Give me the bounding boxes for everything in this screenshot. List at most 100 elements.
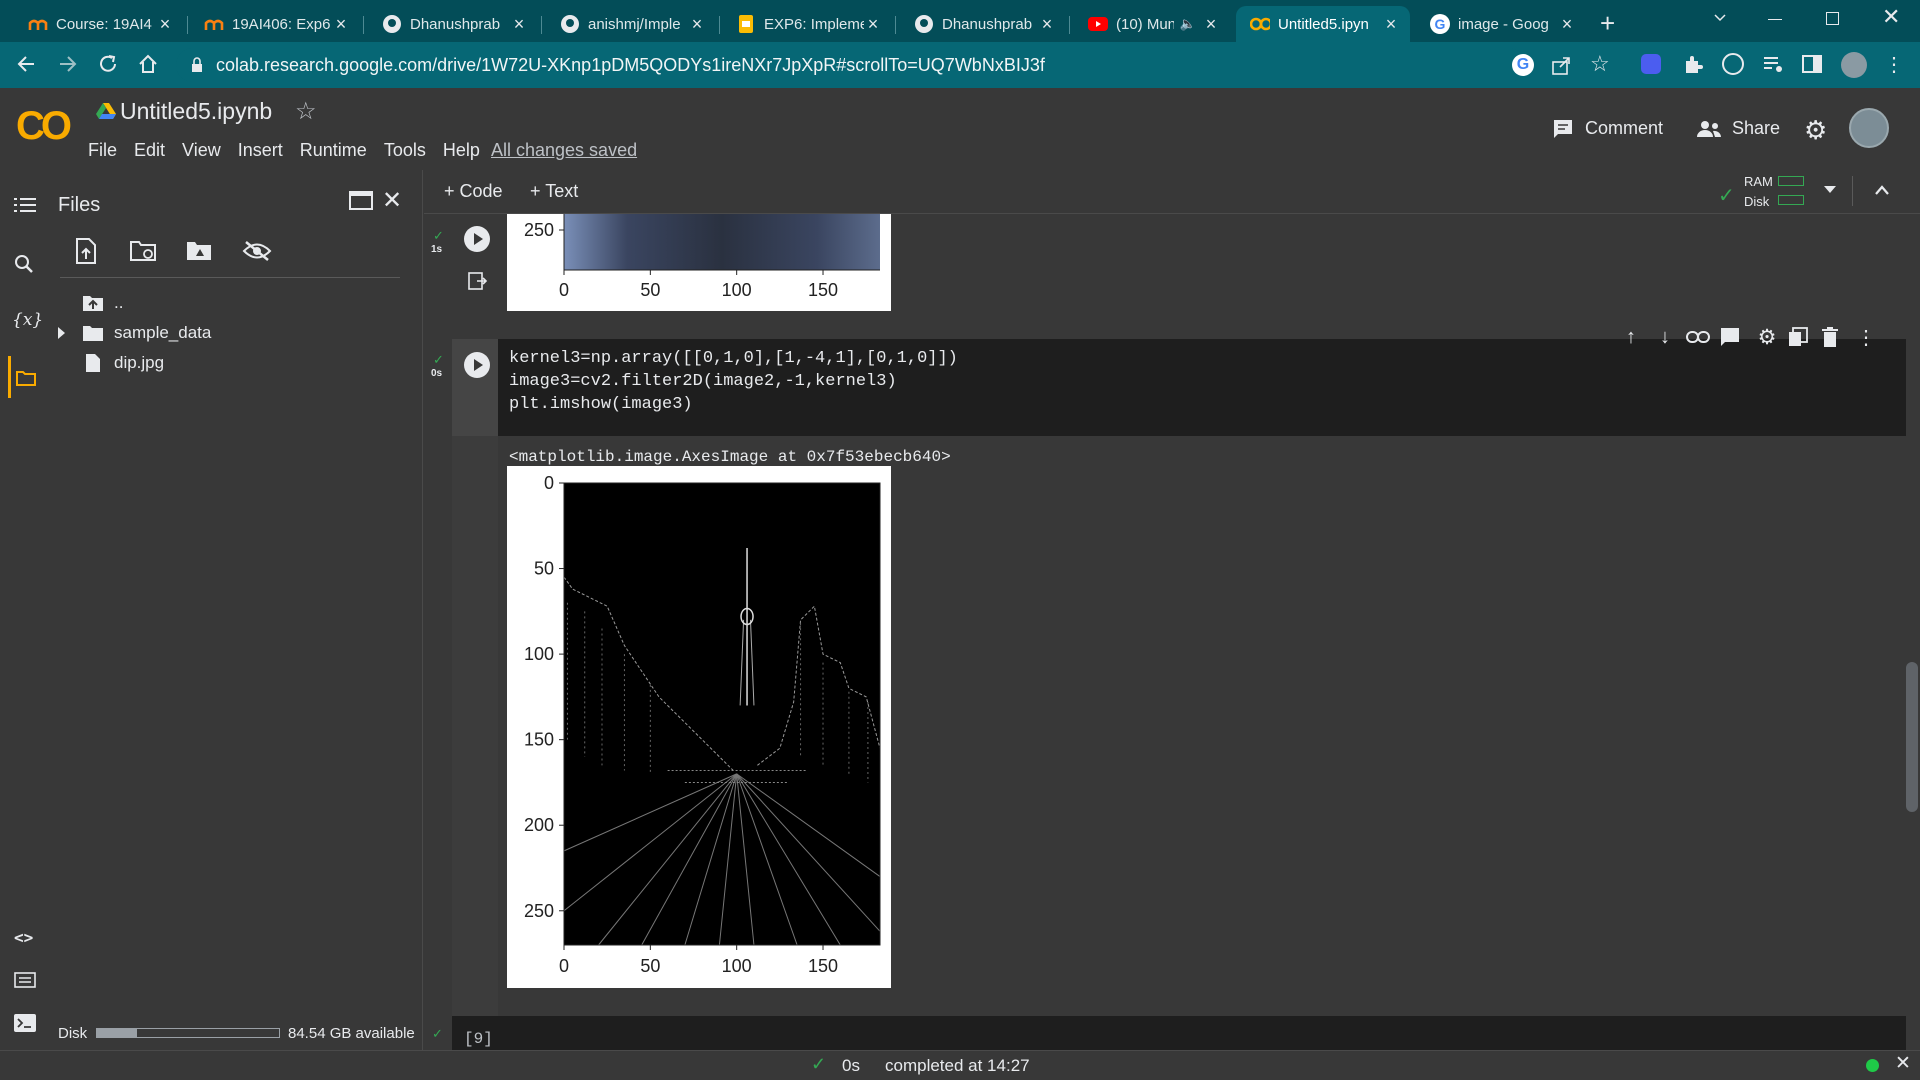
star-icon[interactable]: ☆ <box>295 97 317 126</box>
mirror-cell-icon[interactable] <box>1788 327 1814 347</box>
connected-check-icon: ✓ <box>1718 185 1735 207</box>
reading-list-icon[interactable] <box>1762 54 1784 74</box>
lock-icon[interactable] <box>190 57 204 73</box>
browser-tab[interactable]: anishmj/Imple × <box>546 6 716 42</box>
search-icon[interactable] <box>14 254 34 274</box>
browser-menu-icon[interactable]: ⋮ <box>1884 52 1904 77</box>
table-of-contents-icon[interactable] <box>14 197 36 213</box>
code-editor[interactable]: kernel3=np.array([[0,1,0],[1,-4,1],[0,1,… <box>509 347 958 416</box>
status-close-icon[interactable]: ✕ <box>1895 1052 1911 1075</box>
add-comment-icon[interactable] <box>1720 327 1746 347</box>
upload-file-icon[interactable] <box>76 238 96 264</box>
browser-tab[interactable]: 19AI406: Exp6 × <box>190 6 360 42</box>
add-code-button[interactable]: + Code <box>444 181 503 202</box>
more-actions-icon[interactable]: ⋮ <box>1856 325 1876 350</box>
close-tab-icon[interactable]: × <box>1382 14 1400 35</box>
close-tab-icon[interactable]: × <box>688 14 706 35</box>
code-cell[interactable]: kernel3=np.array([[0,1,0],[1,-4,1],[0,1,… <box>452 339 1906 436</box>
close-tab-icon[interactable]: × <box>510 14 528 35</box>
browser-tab[interactable]: EXP6: Impleme × <box>722 6 892 42</box>
variables-icon[interactable]: {x} <box>12 310 43 330</box>
open-in-tab-icon[interactable] <box>349 190 373 210</box>
reload-icon[interactable] <box>96 52 120 76</box>
delete-cell-icon[interactable] <box>1822 327 1848 347</box>
menu-view[interactable]: View <box>182 140 221 160</box>
close-tab-icon[interactable]: × <box>864 14 882 35</box>
menu-edit[interactable]: Edit <box>134 140 165 160</box>
back-icon[interactable] <box>14 52 38 76</box>
prev-cell-run-button[interactable] <box>464 226 490 252</box>
google-lens-icon[interactable]: G <box>1512 54 1534 76</box>
link-icon[interactable] <box>1686 330 1712 344</box>
settings-gear-icon[interactable]: ⚙ <box>1804 115 1827 146</box>
browser-profile-avatar[interactable] <box>1841 52 1867 78</box>
file-tree-item[interactable]: sample_data <box>48 318 418 348</box>
comment-button[interactable]: Comment <box>1585 118 1663 139</box>
status-completed[interactable]: completed at 14:27 <box>885 1056 1030 1076</box>
terminal-icon[interactable] <box>14 1014 36 1032</box>
puzzle-extensions-icon[interactable] <box>1682 53 1704 75</box>
move-down-icon[interactable]: ↓ <box>1652 326 1678 349</box>
refresh-folder-icon[interactable] <box>130 240 158 262</box>
save-status[interactable]: All changes saved <box>491 140 637 161</box>
browser-tab[interactable]: Course: 19AI4 × <box>14 6 184 42</box>
close-panel-icon[interactable]: ✕ <box>382 186 402 215</box>
menu-tools[interactable]: Tools <box>384 140 426 160</box>
address-bar[interactable]: colab.research.google.com/drive/1W72U-XK… <box>176 48 1526 82</box>
window-close-icon[interactable]: ✕ <box>1882 4 1900 30</box>
files-folder-icon[interactable] <box>16 370 36 386</box>
vertical-scrollbar[interactable] <box>1906 662 1918 812</box>
tab-audio-icon[interactable]: 🔈 <box>1180 16 1196 32</box>
minimize-icon[interactable] <box>1768 19 1782 20</box>
menu-help[interactable]: Help <box>443 140 480 160</box>
expand-chevron-icon[interactable] <box>58 327 66 339</box>
close-tab-icon[interactable]: × <box>1038 14 1056 35</box>
new-tab-icon[interactable]: + <box>1600 8 1615 39</box>
hide-files-icon[interactable] <box>242 240 272 262</box>
code-snippets-icon[interactable]: <> <box>14 928 33 947</box>
add-text-button[interactable]: + Text <box>530 181 578 202</box>
browser-tab[interactable]: Dhanushprab × <box>368 6 538 42</box>
home-icon[interactable] <box>136 52 160 76</box>
close-tab-icon[interactable]: × <box>1558 14 1576 35</box>
ytick-label: 100 <box>524 644 554 664</box>
run-cell-button[interactable] <box>464 352 490 378</box>
status-elapsed[interactable]: 0s <box>842 1056 860 1076</box>
extension-icon[interactable] <box>1641 54 1661 74</box>
share-page-icon[interactable] <box>1550 54 1572 76</box>
forward-icon[interactable] <box>56 52 80 76</box>
close-tab-icon[interactable]: × <box>1202 14 1220 35</box>
google-icon: G <box>1430 14 1450 34</box>
collapse-header-icon[interactable] <box>1874 184 1890 196</box>
close-tab-icon[interactable]: × <box>332 14 350 35</box>
menu-file[interactable]: File <box>88 140 117 160</box>
next-code-cell[interactable]: [9] <box>452 1016 1906 1050</box>
browser-tab[interactable]: Gimage - Goog × <box>1416 6 1586 42</box>
side-panel-icon[interactable] <box>1802 54 1822 74</box>
notebook-title[interactable]: Untitled5.ipynb <box>120 98 272 125</box>
bookmark-star-icon[interactable]: ☆ <box>1590 51 1610 77</box>
output-actions-icon[interactable] <box>468 272 488 290</box>
disk-meter[interactable] <box>1778 195 1804 205</box>
ram-meter[interactable] <box>1778 176 1804 186</box>
maximize-icon[interactable] <box>1826 12 1839 25</box>
colab-logo[interactable]: CO <box>16 104 72 149</box>
browser-tab[interactable]: Untitled5.ipyn × <box>1236 6 1410 42</box>
browser-tab[interactable]: (10) Mun 🔈 × <box>1074 6 1230 42</box>
mount-drive-icon[interactable] <box>186 240 214 262</box>
menu-runtime[interactable]: Runtime <box>300 140 367 160</box>
share-button[interactable]: Share <box>1732 118 1780 139</box>
sync-extension-icon[interactable] <box>1722 53 1744 75</box>
command-palette-icon[interactable] <box>14 972 36 988</box>
file-tree-item[interactable]: .. <box>48 288 418 318</box>
browser-tab[interactable]: Dhanushprab × <box>900 6 1066 42</box>
cell-settings-icon[interactable]: ⚙ <box>1754 325 1780 350</box>
move-up-icon[interactable]: ↑ <box>1618 326 1644 349</box>
tab-search-icon[interactable] <box>1712 10 1728 26</box>
resources-dropdown-icon[interactable] <box>1824 186 1836 194</box>
file-tree-item[interactable]: dip.jpg <box>48 348 418 378</box>
disk-resource-label: Disk <box>1744 194 1770 209</box>
menu-insert[interactable]: Insert <box>238 140 283 160</box>
close-tab-icon[interactable]: × <box>156 14 174 35</box>
user-avatar[interactable] <box>1849 108 1889 148</box>
